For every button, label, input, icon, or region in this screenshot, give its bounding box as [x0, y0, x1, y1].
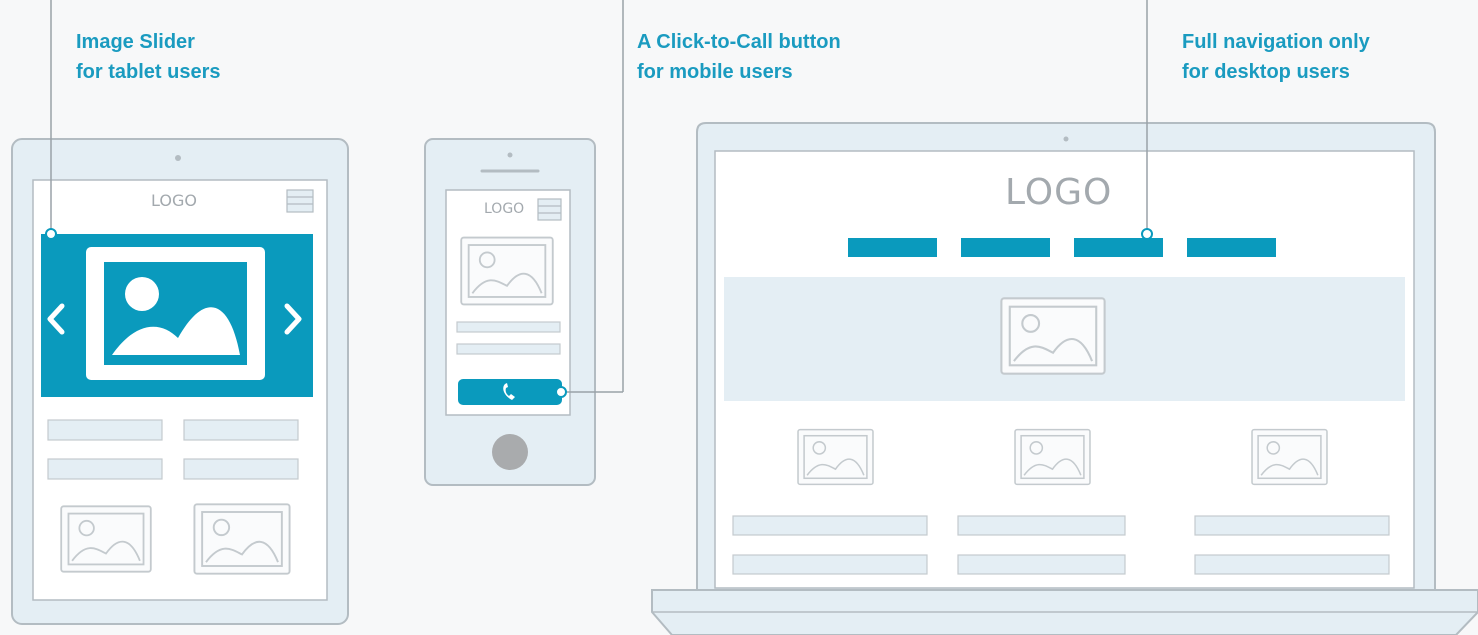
nav-item[interactable] [1074, 238, 1163, 257]
tablet-menu-icon [286, 189, 314, 213]
text-placeholder [957, 554, 1126, 575]
text-placeholder [183, 419, 299, 441]
phone-menu-icon [537, 198, 562, 221]
tablet-logo: LOGO [151, 191, 197, 210]
text-placeholder [732, 554, 928, 575]
tablet-camera [175, 155, 181, 161]
text-placeholder [47, 419, 163, 441]
text-placeholder [1194, 554, 1390, 575]
image-placeholder-icon [1251, 428, 1328, 486]
text-placeholder [456, 321, 561, 333]
image-placeholder-icon [1000, 297, 1106, 375]
image-slider [41, 234, 313, 397]
nav-item[interactable] [848, 238, 937, 257]
image-placeholder-icon [60, 505, 152, 573]
image-placeholder-icon [1014, 428, 1091, 486]
text-placeholder [1194, 515, 1390, 536]
image-placeholder-icon [193, 503, 291, 575]
image-placeholder-icon [460, 236, 554, 306]
click-to-call-button[interactable] [458, 379, 562, 405]
phone-logo: LOGO [484, 201, 525, 217]
desktop-logo: LOGO [1005, 172, 1113, 213]
nav-item[interactable] [961, 238, 1050, 257]
text-placeholder [456, 343, 561, 355]
tablet-device [11, 138, 349, 625]
phone-device [424, 138, 596, 486]
text-placeholder [183, 458, 299, 480]
image-placeholder-icon [797, 428, 874, 486]
text-placeholder [732, 515, 928, 536]
text-placeholder [47, 458, 163, 480]
text-placeholder [957, 515, 1126, 536]
nav-item[interactable] [1187, 238, 1276, 257]
device-illustration [11, 0, 1478, 635]
phone-home-button[interactable] [492, 434, 528, 470]
phone-camera [507, 152, 513, 158]
laptop-camera [1063, 136, 1069, 142]
